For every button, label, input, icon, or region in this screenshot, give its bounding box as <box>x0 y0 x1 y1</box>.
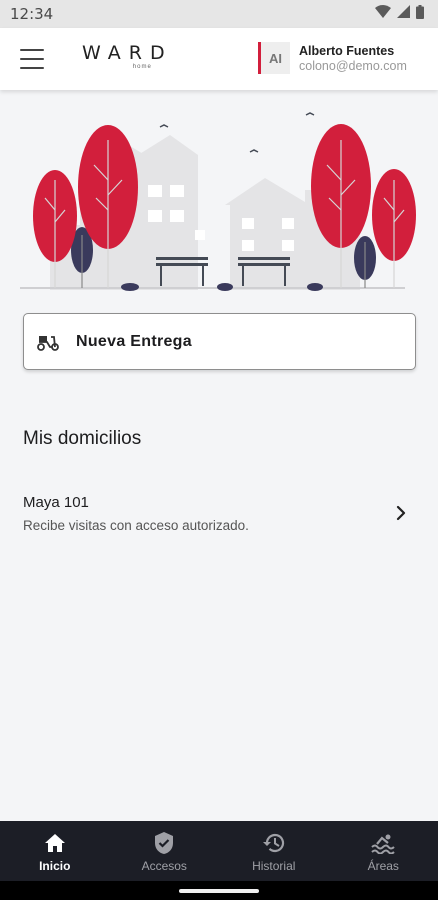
logo-text: WARD <box>82 42 173 64</box>
home-list-item[interactable]: Maya 101 Recibe visitas con acceso autor… <box>0 486 438 542</box>
neighborhood-illustration <box>20 110 420 295</box>
history-icon <box>262 831 286 855</box>
wifi-icon <box>375 5 391 23</box>
user-name: Alberto Fuentes <box>299 43 395 58</box>
scooter-icon <box>36 332 60 352</box>
shield-check-icon <box>152 831 176 855</box>
nav-item-historial[interactable]: Historial <box>219 821 329 881</box>
user-info: Alberto Fuentes colono@demo.com <box>299 44 407 73</box>
gesture-bar <box>0 881 438 900</box>
nav-label-accesos: Accesos <box>141 859 187 873</box>
status-icons <box>375 4 424 24</box>
new-delivery-label: Nueva Entrega <box>76 332 192 350</box>
chevron-right-icon <box>394 504 408 522</box>
bottom-navigation: Inicio Accesos Historial Áreas <box>0 821 438 881</box>
gesture-handle[interactable] <box>179 889 259 893</box>
nav-item-accesos[interactable]: Accesos <box>110 821 220 881</box>
avatar: AI <box>258 42 290 74</box>
signal-icon <box>397 5 410 23</box>
home-description: Recibe visitas con acceso autorizado. <box>23 518 249 533</box>
homes-section-title: Mis domicilios <box>23 428 142 449</box>
ward-logo: WARD home <box>82 42 173 70</box>
app-header: WARD home AI Alberto Fuentes colono@demo… <box>0 28 438 90</box>
nav-label-inicio: Inicio <box>39 859 71 873</box>
new-delivery-button[interactable]: Nueva Entrega <box>23 313 416 370</box>
user-email: colono@demo.com <box>299 58 407 73</box>
status-bar: 12:34 <box>0 0 438 28</box>
nav-item-areas[interactable]: Áreas <box>329 821 438 881</box>
status-time: 12:34 <box>10 5 54 23</box>
logo-subtext: home <box>132 64 152 70</box>
user-profile[interactable]: AI Alberto Fuentes colono@demo.com <box>258 42 407 74</box>
nav-label-historial: Historial <box>252 859 296 873</box>
nav-item-inicio[interactable]: Inicio <box>0 821 110 881</box>
pool-icon <box>371 831 395 855</box>
nav-label-areas: Áreas <box>367 859 399 873</box>
home-icon <box>43 831 67 855</box>
hamburger-menu-icon[interactable] <box>20 49 44 69</box>
battery-icon <box>416 4 424 24</box>
home-name: Maya 101 <box>23 494 89 511</box>
